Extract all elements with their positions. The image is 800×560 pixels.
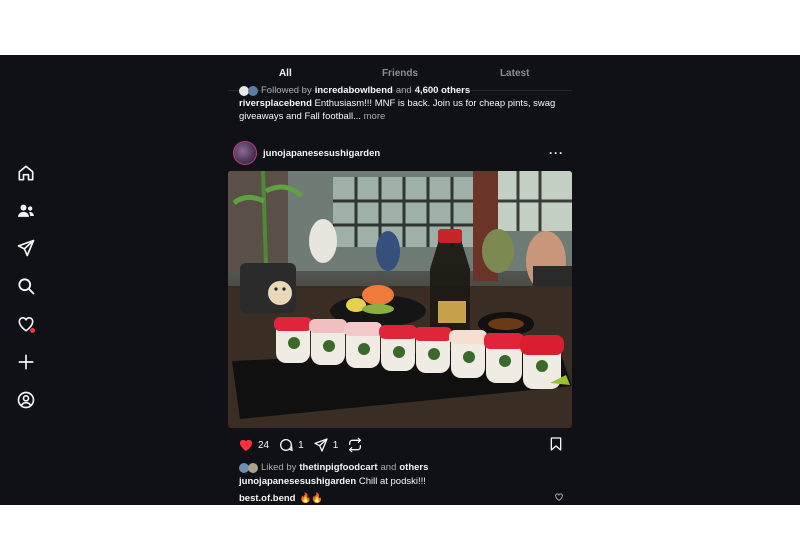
followed-user-link[interactable]: incredabowlbend — [315, 84, 393, 97]
caption-text: Chill at podski!!! — [358, 476, 426, 487]
post-username[interactable]: junojapanesesushigarden — [263, 148, 380, 159]
more-link[interactable]: more — [364, 111, 386, 122]
send-icon[interactable] — [14, 236, 38, 260]
like-count: 24 — [258, 439, 270, 451]
liked-by-line: Liked by thetinpigfoodcart and others — [239, 462, 428, 473]
like-button[interactable]: 24 — [238, 437, 269, 453]
search-icon[interactable] — [14, 274, 38, 298]
more-options-button[interactable]: ··· — [549, 146, 572, 160]
comment-preview: best.of.bend 🔥🔥 — [239, 492, 564, 505]
post-action-bar: 24 1 1 — [238, 436, 564, 454]
post-image[interactable] — [228, 171, 572, 428]
liked-by-user-link[interactable]: thetinpigfoodcart — [299, 462, 377, 473]
repost-button[interactable] — [347, 437, 363, 453]
heart-filled-icon — [240, 439, 252, 451]
comment-icon — [280, 439, 293, 452]
share-button[interactable]: 1 — [313, 437, 339, 453]
liked-by-prefix: Liked by — [261, 462, 297, 473]
send-icon — [314, 438, 328, 452]
followed-prefix: Followed by — [261, 85, 312, 96]
comment-button[interactable]: 1 — [278, 437, 304, 453]
profile-icon[interactable] — [14, 388, 38, 412]
caption-username[interactable]: junojapanesesushigarden — [239, 476, 356, 487]
left-nav-rail — [0, 55, 52, 505]
comment-count: 1 — [298, 439, 304, 451]
liked-by-others-link[interactable]: others — [399, 462, 428, 473]
comment-text: 🔥🔥 — [299, 493, 324, 504]
liker-avatar — [248, 462, 258, 473]
followed-and: and — [395, 85, 412, 96]
sushi-roll-photo — [228, 171, 572, 428]
liked-by-and: and — [380, 462, 397, 473]
save-button[interactable] — [548, 436, 564, 455]
home-icon[interactable] — [14, 161, 38, 185]
followed-others-link[interactable]: 4,600 others — [415, 84, 470, 97]
post-caption: junojapanesesushigarden Chill at podski!… — [239, 476, 426, 487]
avatar[interactable] — [233, 141, 257, 165]
notification-dot — [30, 328, 35, 333]
previous-post-author[interactable]: riversplacebend — [239, 98, 312, 109]
people-icon[interactable] — [14, 199, 38, 223]
bookmark-icon — [550, 436, 562, 451]
heart-icon[interactable] — [14, 312, 38, 336]
comment-username[interactable]: best.of.bend — [239, 493, 295, 504]
previous-post-caption: riversplacebend Enthusiasm!!! MNF is bac… — [239, 97, 569, 123]
app-window: All Friends Latest Followed by incredabo… — [0, 55, 800, 505]
plus-icon[interactable] — [14, 350, 38, 374]
share-count: 1 — [332, 439, 339, 451]
previous-post-snippet: Followed by incredabowlbend and 4,600 ot… — [239, 84, 569, 123]
repost-icon — [349, 437, 362, 453]
post-header: junojapanesesushigarden ··· — [233, 140, 572, 166]
follower-avatar — [248, 85, 258, 96]
comment-like-icon[interactable] — [554, 492, 564, 505]
followed-by-line: Followed by incredabowlbend and 4,600 ot… — [239, 84, 569, 97]
